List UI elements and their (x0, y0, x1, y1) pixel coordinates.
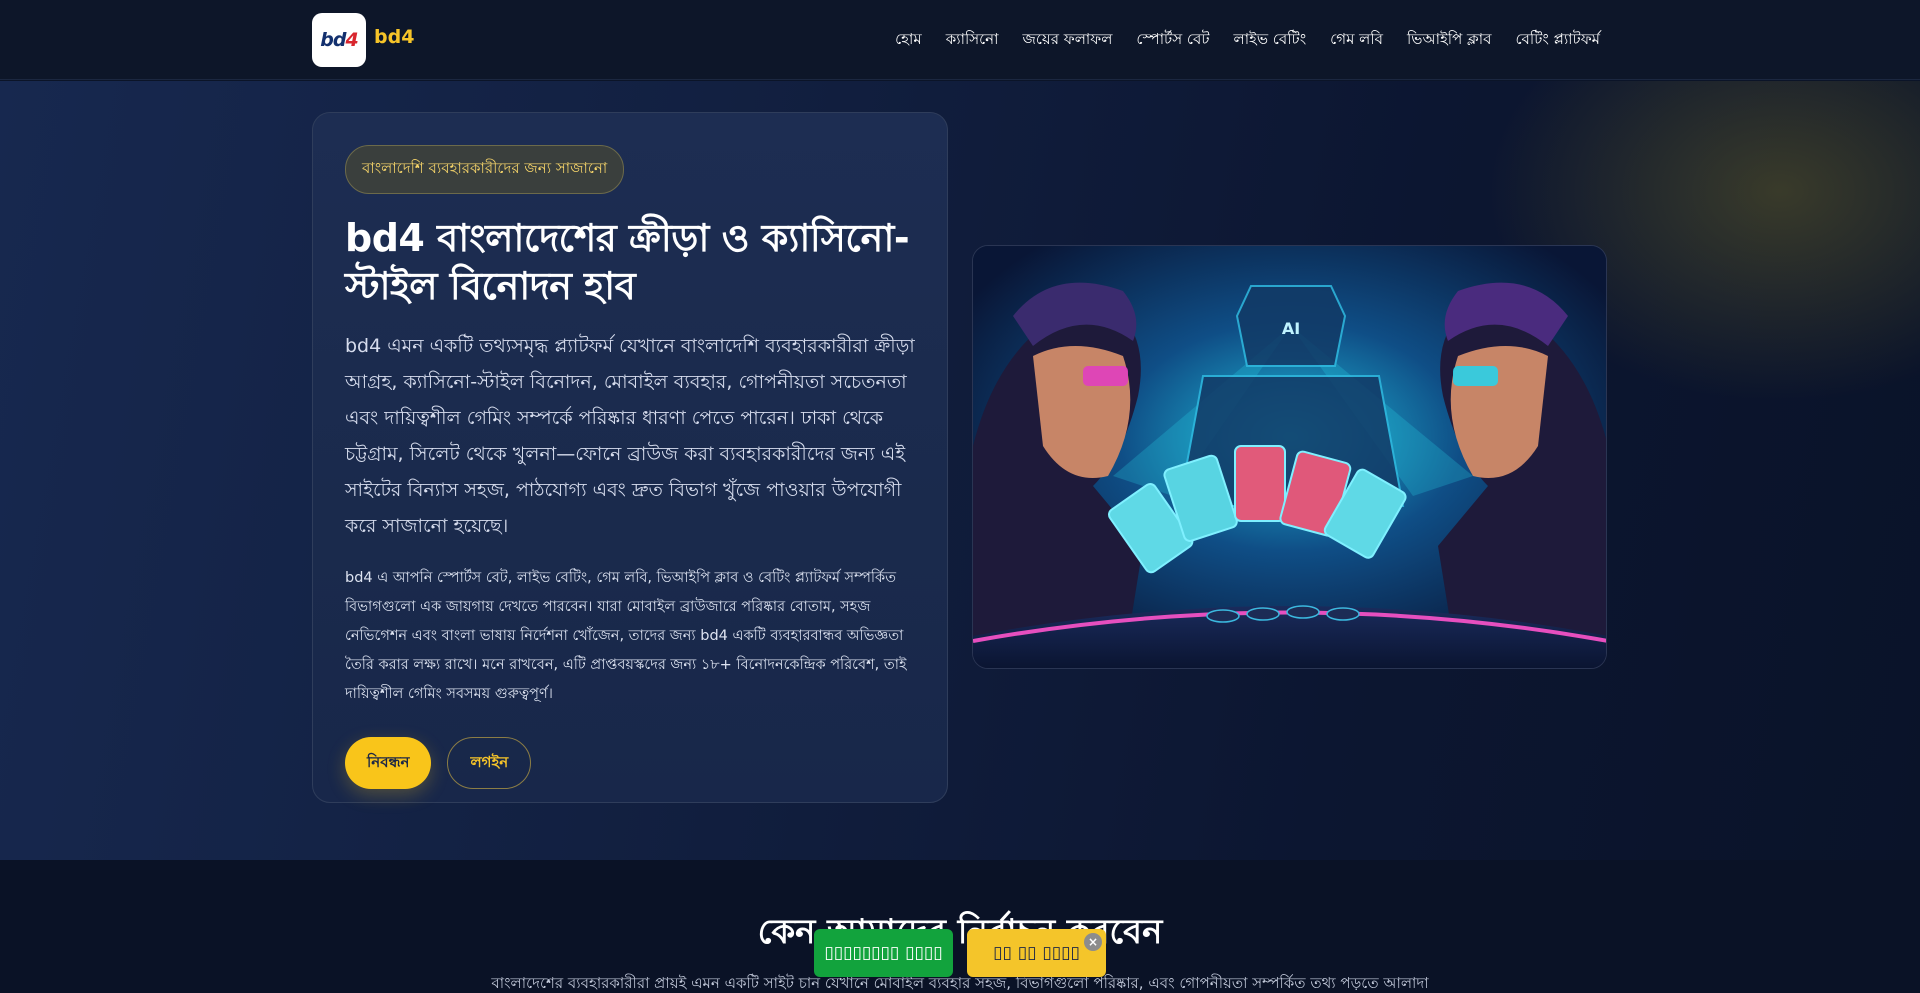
floating-green-button[interactable]: ▯▯▯▯▯▯▯▯ ▯▯▯▯ (814, 929, 953, 977)
floating-action-bar: ▯▯▯▯▯▯▯▯ ▯▯▯▯ ▯▯ ▯▯ ▯▯▯▯ × (814, 929, 1106, 977)
hero-description: bd4 এ আপনি স্পোর্টস বেট, লাইভ বেটিং, গেম… (345, 570, 907, 702)
login-button[interactable]: লগইন (447, 737, 532, 789)
nav-casino[interactable]: ক্যাসিনো (946, 28, 999, 53)
brand-name[interactable]: bd4 (374, 26, 414, 48)
logo-mark: bd4 (320, 29, 358, 51)
robot-label: AI (1282, 319, 1300, 338)
logo-text-red: 4 (345, 29, 358, 51)
hero-badge: বাংলাদেশি ব্যবহারকারীদের জন্য সাজানো (345, 145, 625, 194)
floating-yellow-button[interactable]: ▯▯ ▯▯ ▯▯▯▯ × (967, 929, 1106, 977)
hero-actions: নিবন্ধন লগইন (345, 737, 915, 789)
hero-illustration: AI (972, 245, 1607, 669)
hero-title: bd4 বাংলাদেশের ক্রীড়া ও ক্যাসিনো-স্টাইল… (345, 216, 910, 308)
logo-text-dark: bd (320, 29, 346, 51)
hero-lead: bd4 এমন একটি তথ্যসমৃদ্ধ প্ল্যাটফর্ম যেখা… (345, 335, 915, 537)
main-nav: হোম ক্যাসিনো জয়ের ফলাফল স্পোর্টস বেট লা… (871, 0, 1600, 80)
register-button[interactable]: নিবন্ধন (345, 737, 432, 789)
nav-game-lobby[interactable]: গেম লবি (1330, 28, 1383, 53)
floating-yellow-label: ▯▯ ▯▯ ▯▯▯▯ (993, 943, 1080, 963)
site-header: bd4 bd4 হোম ক্যাসিনো জয়ের ফলাফল স্পোর্ট… (0, 0, 1920, 80)
nav-vip-club[interactable]: ভিআইপি ক্লাব (1407, 28, 1491, 53)
nav-sports-bet[interactable]: স্পোর্টস বেট (1136, 28, 1209, 53)
nav-home[interactable]: হোম (895, 28, 922, 53)
hero-background (0, 81, 1920, 861)
nav-live-betting[interactable]: লাইভ বেটিং (1234, 28, 1307, 53)
hero-card: বাংলাদেশি ব্যবহারকারীদের জন্য সাজানো bd4… (312, 112, 948, 803)
nav-betting-platform[interactable]: বেটিং প্ল্যাটফর্ম (1515, 28, 1600, 53)
site-logo[interactable]: bd4 (312, 13, 366, 67)
close-icon[interactable]: × (1084, 933, 1102, 951)
nav-results[interactable]: জয়ের ফলাফল (1022, 28, 1112, 53)
